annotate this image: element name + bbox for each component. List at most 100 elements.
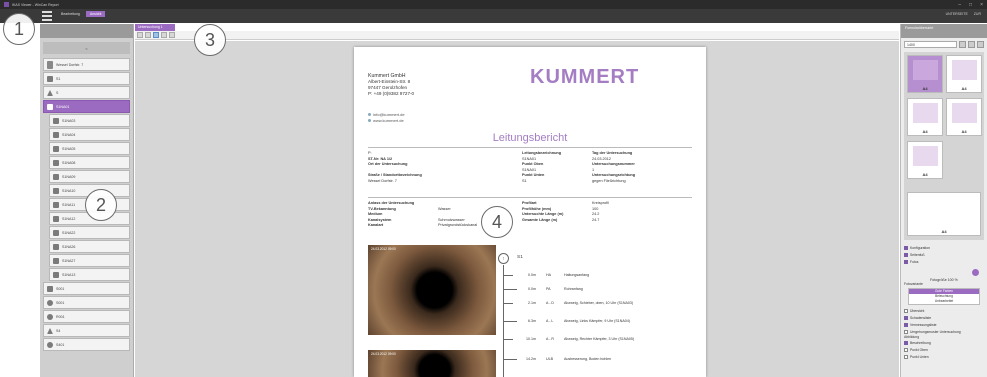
observation-tick <box>503 339 513 340</box>
observation-dist: 2.1m <box>528 301 536 305</box>
choice-option[interactable]: Unbearbeitet <box>909 299 979 304</box>
tree-item[interactable]: S1NA22 <box>49 226 130 239</box>
minimize-icon[interactable]: – <box>958 2 961 8</box>
pipe-values: Wasser Schmutzwasser Privatgrundstückska… <box>438 201 477 229</box>
tree-item[interactable]: S001 <box>43 282 130 295</box>
page-thumbnail[interactable]: A4 <box>907 141 943 179</box>
observation-code: ULB <box>546 357 553 361</box>
select-tool-icon[interactable] <box>137 32 143 38</box>
pipe-icon <box>53 173 59 180</box>
option-checkbox[interactable]: Seitenfuß <box>904 251 984 258</box>
dropdown-icon[interactable] <box>959 41 966 48</box>
tree-item[interactable]: S1NA26 <box>49 240 130 253</box>
observation-row[interactable]: 0.0m PA Rohranfang <box>514 287 664 291</box>
tree-item[interactable]: S1NA01 <box>43 100 130 113</box>
fit-tool-icon[interactable] <box>169 32 175 38</box>
inspection-photo[interactable]: 24.03.2012 09:00 <box>368 350 496 377</box>
template-select[interactable]: 1400 <box>904 41 957 48</box>
collapse-button[interactable]: < <box>43 42 130 54</box>
report-title: Leitungsbericht <box>492 132 568 144</box>
tree-item-label: S001 <box>56 300 65 305</box>
pipe-icon <box>53 257 59 264</box>
callout-4: 4 <box>481 206 513 238</box>
company-phone: P: +49 (0)9382 9727-0 <box>368 91 415 96</box>
tree-item[interactable]: S1NA09 <box>49 170 130 183</box>
tree-item-label: S1NA11 <box>62 202 76 207</box>
observation-row[interactable]: 14.2m ULB Ausbesserung, Boden bohlen <box>514 357 664 361</box>
app-icon <box>4 2 9 7</box>
option-checkbox[interactable]: Übersicht <box>904 307 984 314</box>
option-checkbox[interactable]: Schadensliste <box>904 314 984 321</box>
ribbon-right-item[interactable]: UNTERSEITE <box>946 12 968 16</box>
observation-code: HA <box>546 273 551 277</box>
tree-item[interactable]: S1NA13 <box>49 268 130 281</box>
ribbon-right-item[interactable]: ZUR <box>974 12 981 16</box>
callout-2: 2 <box>85 189 117 221</box>
grid-tool-icon[interactable] <box>153 32 159 38</box>
tree-item-label: S1NA03 <box>62 118 76 123</box>
photo-timestamp: 24.03.2012 09:00 <box>371 352 396 356</box>
option-checkbox[interactable]: Umgehungsmuster Untersuchung <box>904 328 984 335</box>
document-tab[interactable]: Untersuchung 1 <box>135 24 175 31</box>
observation-text: Rohranfang <box>564 287 583 291</box>
tab-ansicht[interactable]: Ansicht <box>85 11 106 17</box>
photo-size-slider[interactable] <box>972 269 979 276</box>
observation-dist: 10.1m <box>526 337 536 341</box>
info-label: Tag der Untersuchung <box>592 151 633 155</box>
tree-item-label: S <box>56 90 59 95</box>
mail-icon <box>368 113 371 116</box>
option-checkbox[interactable]: Punkt Unten <box>904 353 984 360</box>
page-thumbnail[interactable]: A4 <box>907 98 943 136</box>
search-icon[interactable] <box>968 41 975 48</box>
option-checkbox[interactable]: Vermessungsliste <box>904 321 984 328</box>
company-address: Kummert GmbH Albert-Einstein-Str. 8 9744… <box>368 73 414 97</box>
maximize-icon[interactable]: □ <box>969 2 972 8</box>
form-options: Konfiguration Seitenfuß Fotos Fotogröße … <box>904 244 984 360</box>
observation-dist: 0.0m <box>528 287 536 291</box>
page-thumbnail[interactable]: A4 <box>946 55 982 93</box>
observation-row[interactable]: 10.1m A - R Abzweig, Rechter Kämpfer, 3 Uh… <box>514 337 664 341</box>
tree-item[interactable]: S <box>43 86 130 99</box>
option-checkbox[interactable]: Fotos <box>904 258 984 265</box>
zoom-tool-icon[interactable] <box>161 32 167 38</box>
tree-item-label: S4 <box>56 328 61 333</box>
tab-bearbeitung[interactable]: Bearbeitung <box>57 11 84 17</box>
page-thumbnail[interactable]: A4 <box>946 98 982 136</box>
option-checkbox[interactable]: Punkt Oben <box>904 346 984 353</box>
pipe-value: Privatgrundstückskanal <box>438 223 478 228</box>
tree-item[interactable]: S1NA05 <box>49 142 130 155</box>
option-label: Konfiguration <box>910 245 930 250</box>
add-icon[interactable] <box>977 41 984 48</box>
tree-item[interactable]: S4 <box>43 324 130 337</box>
page-tool-icon[interactable] <box>145 32 151 38</box>
company-email: info@kummert.de <box>373 112 405 117</box>
observation-row[interactable]: 2.1m A - D Abzweig, Schieber, oben, 10 Uhr… <box>514 301 664 305</box>
pipe-icon <box>53 201 59 208</box>
ribbon-tabs: Bearbeitung Ansicht <box>57 11 106 17</box>
observation-row[interactable]: 0.0m HA Haltungsanfang <box>514 273 664 277</box>
option-label: Seitenfuß <box>910 252 925 257</box>
page-thumbnail[interactable]: A4 <box>907 192 981 236</box>
tree-item[interactable]: R001 <box>43 310 130 323</box>
observation-code: A - L <box>546 319 554 323</box>
page-thumbnail[interactable]: A4 <box>907 55 943 93</box>
option-checkbox[interactable]: Beschreibung <box>904 339 984 346</box>
hamburger-menu-icon[interactable] <box>42 11 52 21</box>
report-page: Kummert GmbH Albert-Einstein-Str. 8 9744… <box>354 47 706 377</box>
tree-item[interactable]: S1NA04 <box>49 128 130 141</box>
node-icon <box>47 89 53 96</box>
tree-item[interactable]: S1NA03 <box>49 114 130 127</box>
observation-text: Abzweig, Links Kämpfer, 9 Uhr (S1NA04) <box>564 319 630 323</box>
tree-item-label: R001 <box>56 314 65 319</box>
tree-item[interactable]: Wessel Dorfstr. 7 <box>43 58 130 71</box>
tree-item[interactable]: S1NA27 <box>49 254 130 267</box>
option-checkbox[interactable]: Konfiguration <box>904 244 984 251</box>
inspection-photo[interactable]: 24.03.2012 09:00 <box>368 245 496 335</box>
tree-item[interactable]: S1NA08 <box>49 156 130 169</box>
observation-row[interactable]: 6.3m A - L Abzweig, Links Kämpfer, 9 Uhr (… <box>514 319 664 323</box>
tree-item[interactable]: S001 <box>43 296 130 309</box>
tree-item[interactable]: S1 <box>43 72 130 85</box>
tree-item[interactable]: S401 <box>43 338 130 351</box>
observation-dist: 6.3m <box>528 319 536 323</box>
close-icon[interactable]: × <box>980 2 983 8</box>
